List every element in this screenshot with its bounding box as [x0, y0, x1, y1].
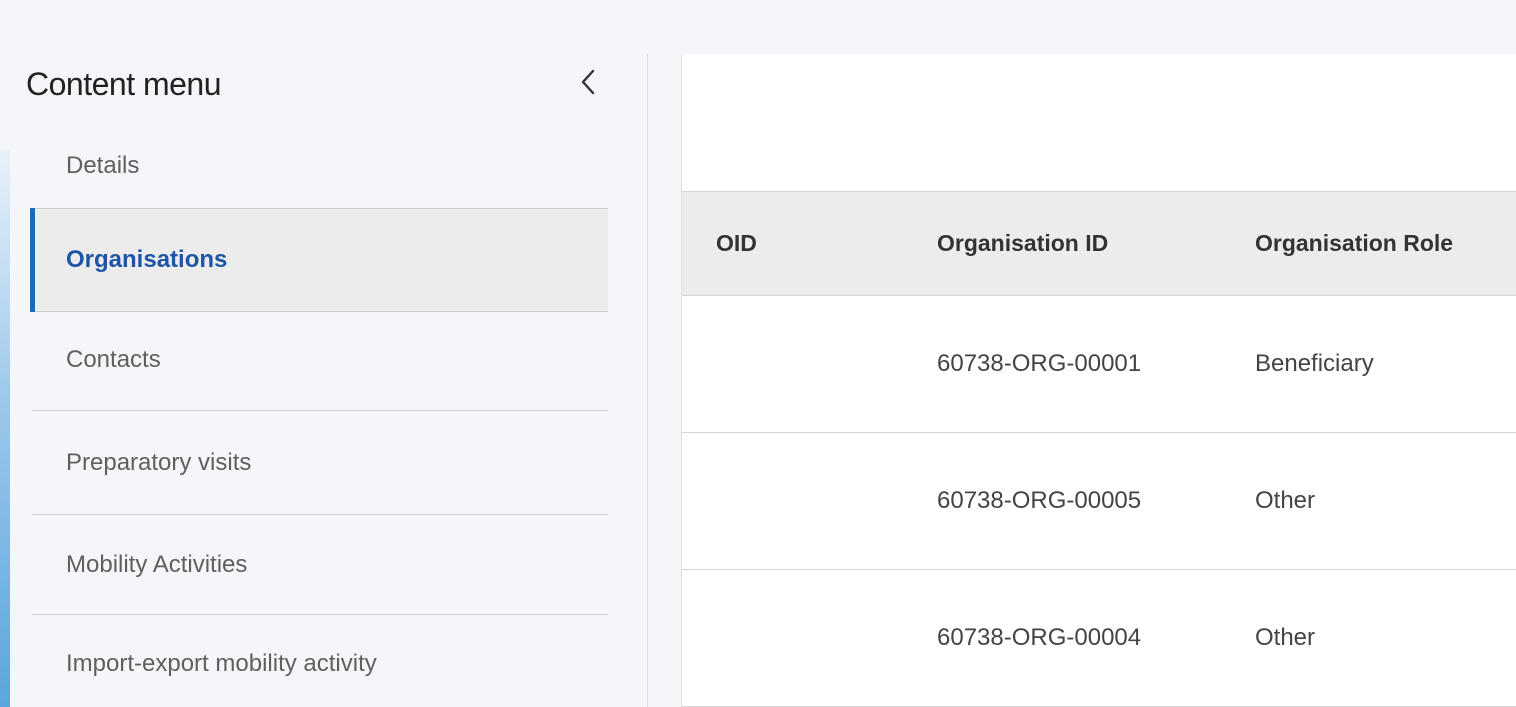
menu-item-contacts[interactable]: Contacts [32, 310, 608, 411]
menu-item-preparatory-visits[interactable]: Preparatory visits [32, 411, 608, 515]
menu-item-mobility-activities[interactable]: Mobility Activities [32, 515, 608, 615]
menu-item-label: Organisations [66, 246, 228, 273]
menu-item-import-export-mobility-activity[interactable]: Import-export mobility activity [32, 615, 608, 707]
organisations-table: OID Organisation ID Organisation Role 60… [682, 191, 1516, 707]
menu-item-label: Mobility Activities [66, 550, 248, 578]
organisations-panel: OID Organisation ID Organisation Role 60… [681, 54, 1516, 707]
menu-item-organisations[interactable]: Organisations [30, 208, 608, 312]
menu-item-label: Preparatory visits [66, 448, 252, 476]
table-row[interactable]: 60738-ORG-00005 Other [682, 433, 1516, 570]
table-row[interactable]: 60738-ORG-00004 Other [682, 570, 1516, 707]
content-menu-sidebar: Content menu Details Organisations Conta… [0, 54, 648, 707]
cell-organisation-role: Other [1255, 487, 1316, 514]
chevron-left-icon [581, 69, 595, 95]
table-header-row: OID Organisation ID Organisation Role [682, 191, 1516, 296]
cell-organisation-id: 60738-ORG-00001 [937, 350, 1142, 377]
sidebar-title: Content menu [26, 66, 222, 102]
menu-item-label: Details [66, 152, 140, 179]
cell-organisation-id: 60738-ORG-00004 [937, 624, 1142, 651]
table-row[interactable]: 60738-ORG-00001 Beneficiary [682, 296, 1516, 433]
cell-organisation-id: 60738-ORG-00005 [937, 487, 1142, 514]
cell-organisation-role: Other [1255, 624, 1316, 651]
column-header-oid[interactable]: OID [716, 192, 757, 295]
menu-item-label: Import-export mobility activity [66, 650, 377, 677]
column-header-organisation-id[interactable]: Organisation ID [937, 192, 1108, 295]
column-header-organisation-role[interactable]: Organisation Role [1255, 192, 1453, 295]
collapse-sidebar-button[interactable] [570, 62, 606, 102]
menu-item-details[interactable]: Details [32, 124, 608, 208]
sidebar-header: Content menu [26, 62, 606, 104]
menu-item-label: Contacts [66, 346, 161, 373]
cell-organisation-role: Beneficiary [1255, 350, 1374, 377]
